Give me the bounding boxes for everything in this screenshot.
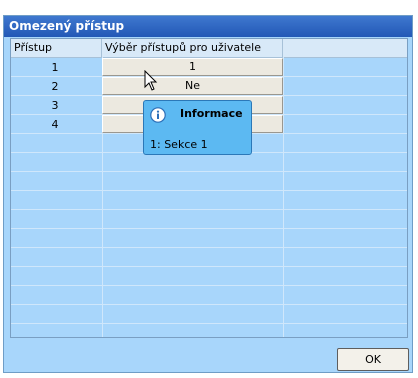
access-number: 4 bbox=[51, 118, 59, 131]
column-header-access[interactable]: Přístup bbox=[11, 39, 102, 57]
access-number: 2 bbox=[51, 80, 59, 93]
access-number: 1 bbox=[51, 61, 59, 74]
empty-row bbox=[11, 191, 407, 210]
selection-button[interactable]: Ne bbox=[102, 77, 283, 95]
ok-button[interactable]: OK bbox=[337, 348, 409, 371]
access-number: 3 bbox=[51, 99, 59, 112]
table-row[interactable]: 2 Ne bbox=[11, 77, 407, 96]
column-header-user-access-selection[interactable]: Výběr přístupů pro uživatele bbox=[102, 39, 283, 57]
empty-row bbox=[11, 286, 407, 305]
mouse-pointer-icon bbox=[144, 70, 158, 91]
empty-row bbox=[11, 229, 407, 248]
tooltip-title: Informace bbox=[180, 107, 243, 120]
empty-row bbox=[11, 210, 407, 229]
info-icon bbox=[150, 107, 166, 123]
restricted-access-window: Omezený přístup Přístup Výběr přístupů p… bbox=[3, 15, 413, 373]
table-row[interactable]: 1 1 bbox=[11, 58, 407, 77]
empty-row bbox=[11, 305, 407, 324]
empty-row bbox=[11, 248, 407, 267]
tooltip-body: 1: Sekce 1 bbox=[150, 138, 208, 151]
grid-header: Přístup Výběr přístupů pro uživatele bbox=[11, 39, 407, 58]
window-title: Omezený přístup bbox=[4, 16, 412, 37]
access-grid: Přístup Výběr přístupů pro uživatele 1 1… bbox=[10, 38, 408, 338]
empty-row bbox=[11, 172, 407, 191]
selection-button[interactable]: 1 bbox=[102, 58, 283, 76]
info-tooltip: Informace 1: Sekce 1 bbox=[143, 100, 252, 155]
ok-button-label: OK bbox=[365, 353, 381, 366]
empty-row bbox=[11, 267, 407, 286]
empty-row bbox=[11, 153, 407, 172]
